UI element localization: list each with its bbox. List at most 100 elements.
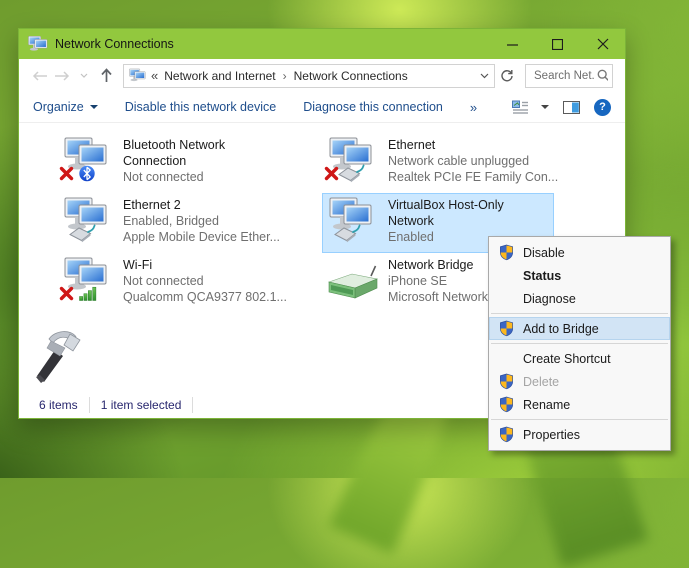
connection-status: Not connected [123, 273, 287, 289]
breadcrumb-collapse-chevrons[interactable]: « [151, 68, 158, 83]
connection-status: iPhone SE [388, 273, 499, 289]
selected-count-label: 1 item selected [101, 398, 182, 412]
uac-shield-icon [496, 426, 516, 444]
search-icon[interactable] [597, 69, 608, 82]
organize-button[interactable]: Organize [33, 100, 98, 114]
maximize-button[interactable] [535, 29, 580, 59]
forward-button[interactable] [51, 64, 73, 88]
wifi-signal-bars-icon [79, 286, 98, 301]
refresh-button[interactable] [495, 64, 519, 88]
network-connections-app-icon [28, 35, 48, 53]
forward-arrow-icon [54, 70, 70, 82]
red-x-overlay-icon [59, 166, 74, 181]
recent-locations-button[interactable] [73, 64, 95, 88]
up-button[interactable] [95, 64, 117, 88]
menu-separator [491, 313, 668, 314]
menu-item-label: Disable [523, 246, 565, 260]
breadcrumb-parent[interactable]: Network and Internet [164, 69, 275, 83]
item-count-label: 6 items [39, 398, 78, 412]
menu-item-properties[interactable]: Properties [489, 423, 670, 446]
menu-item-label: Rename [523, 398, 570, 412]
uac-shield-icon [496, 244, 516, 262]
connection-name: Ethernet 2 [123, 197, 275, 213]
connection-item-ethernet2[interactable]: Ethernet 2 Enabled, Bridged Apple Mobile… [57, 193, 289, 253]
bluetooth-badge-icon [79, 163, 95, 184]
toolbar-overflow-button[interactable]: » [470, 100, 477, 115]
chevron-down-icon [80, 73, 88, 78]
help-icon: ? [599, 101, 606, 113]
connection-icon [62, 136, 114, 184]
menu-item-label: Add to Bridge [523, 322, 599, 336]
close-button[interactable] [580, 29, 625, 59]
back-button[interactable] [29, 64, 51, 88]
search-input[interactable] [532, 69, 597, 83]
navigation-toolbar: « Network and Internet › Network Connect… [19, 59, 625, 92]
menu-item-disable[interactable]: Disable [489, 241, 670, 264]
close-icon [597, 38, 609, 50]
status-divider [192, 397, 193, 413]
preview-pane-icon[interactable] [563, 101, 580, 114]
uac-shield-icon [496, 396, 516, 414]
diagnose-label: Diagnose this connection [303, 100, 443, 114]
context-menu: Disable Status Diagnose Add to Bridge Cr… [488, 236, 671, 451]
connection-name: Ethernet [388, 137, 540, 153]
connection-icon [62, 256, 114, 304]
menu-item-label: Diagnose [523, 292, 576, 306]
ethernet-plug-icon [338, 164, 365, 183]
search-box[interactable] [525, 64, 613, 88]
organize-label: Organize [33, 100, 84, 114]
menu-icon-spacer [496, 267, 516, 285]
connection-icon [327, 256, 379, 304]
diagnose-button[interactable]: Diagnose this connection [303, 100, 443, 114]
connection-status: Network cable unplugged [388, 153, 558, 169]
menu-item-label: Properties [523, 428, 580, 442]
connection-icon [327, 136, 379, 184]
red-x-overlay-icon [324, 166, 339, 181]
command-bar-right: ? [512, 99, 611, 116]
change-view-button[interactable] [512, 100, 549, 114]
connection-item-ethernet[interactable]: Ethernet Network cable unplugged Realtek… [322, 133, 554, 193]
maximize-icon [552, 39, 563, 50]
address-location-icon [129, 68, 146, 83]
disable-device-label: Disable this network device [125, 100, 276, 114]
command-bar: Organize Disable this network device Dia… [19, 92, 625, 123]
disable-device-button[interactable]: Disable this network device [125, 100, 276, 114]
menu-item-rename[interactable]: Rename [489, 393, 670, 416]
connection-item-wifi[interactable]: Wi-Fi Not connected Qualcomm QCA9377 802… [57, 253, 289, 313]
minimize-button[interactable] [490, 29, 535, 59]
ethernet-plug-icon [334, 224, 361, 243]
connection-name: VirtualBox Host-Only Network [388, 197, 540, 229]
connection-text: Wi-Fi Not connected Qualcomm QCA9377 802… [123, 256, 287, 305]
connection-name: Network Bridge [388, 257, 499, 273]
help-button[interactable]: ? [594, 99, 611, 116]
menu-item-status[interactable]: Status [489, 264, 670, 287]
menu-icon-spacer [496, 290, 516, 308]
network-bridge-router-icon [327, 265, 379, 300]
menu-item-add-to-bridge[interactable]: Add to Bridge [489, 317, 670, 340]
connection-status: Enabled, Bridged [123, 213, 280, 229]
breadcrumb-separator[interactable]: › [283, 69, 287, 83]
red-x-overlay-icon [59, 286, 74, 301]
menu-item-create-shortcut[interactable]: Create Shortcut [489, 347, 670, 370]
menu-icon-spacer [496, 350, 516, 368]
menu-separator [491, 419, 668, 420]
address-dropdown-chevron-icon[interactable] [480, 73, 489, 79]
organize-caret-icon [90, 105, 98, 109]
connection-item-bluetooth[interactable]: Bluetooth Network Connection Not connect… [57, 133, 289, 193]
breadcrumb-current[interactable]: Network Connections [294, 69, 408, 83]
connection-text: Ethernet 2 Enabled, Bridged Apple Mobile… [123, 196, 280, 245]
minimize-icon [507, 39, 518, 50]
back-arrow-icon [32, 70, 48, 82]
refresh-icon [500, 69, 514, 83]
connection-status: Not connected [123, 169, 275, 185]
connection-icon [62, 196, 114, 244]
menu-item-delete[interactable]: Delete [489, 370, 670, 393]
connection-text: Ethernet Network cable unplugged Realtek… [388, 136, 558, 185]
ethernet-plug-icon [69, 224, 96, 243]
connection-device: Realtek PCIe FE Family Con... [388, 169, 558, 185]
menu-item-diagnose[interactable]: Diagnose [489, 287, 670, 310]
titlebar[interactable]: Network Connections [19, 29, 625, 59]
menu-separator [491, 343, 668, 344]
address-bar[interactable]: « Network and Internet › Network Connect… [123, 64, 495, 88]
connection-text: Network Bridge iPhone SE Microsoft Netwo… [388, 256, 499, 305]
